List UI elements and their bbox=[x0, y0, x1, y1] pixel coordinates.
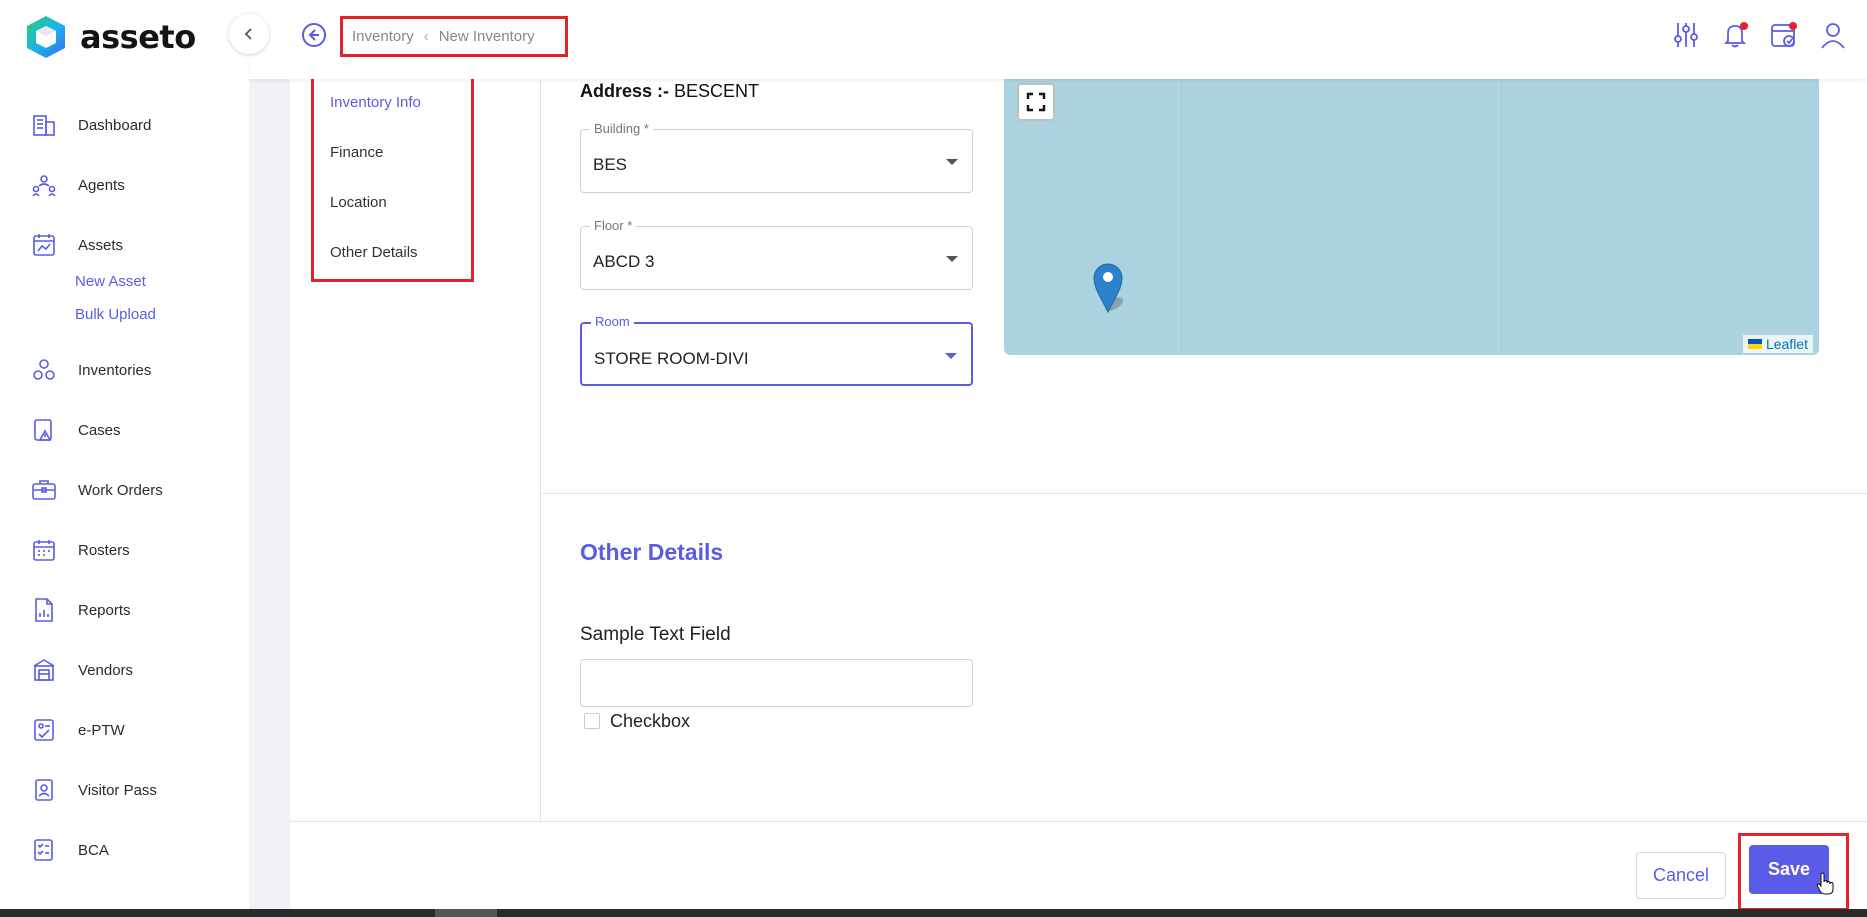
sidebar-item-label: Cases bbox=[78, 421, 121, 439]
breadcrumb-root-link[interactable]: Inventory bbox=[352, 28, 414, 45]
floor-value: ABCD 3 bbox=[593, 252, 655, 271]
user-profile-icon[interactable] bbox=[1818, 20, 1848, 50]
building-icon bbox=[30, 111, 58, 139]
scrollbar-thumb[interactable] bbox=[435, 909, 497, 917]
top-bar: Inventory ‹ New Inventory bbox=[249, 0, 1867, 79]
building-label: Building * bbox=[590, 121, 653, 136]
breadcrumb: Inventory ‹ New Inventory bbox=[340, 16, 568, 57]
task-dot bbox=[1789, 22, 1797, 30]
section-nav-column: Inventory Info Finance Location Other De… bbox=[290, 76, 541, 821]
app-logo[interactable]: asseto bbox=[24, 14, 196, 60]
permit-icon bbox=[30, 716, 58, 744]
other-details-title: Other Details bbox=[580, 539, 724, 565]
section-nav-location[interactable]: Location bbox=[330, 194, 387, 211]
checklist-icon bbox=[30, 836, 58, 864]
sidebar-item-reports[interactable]: Reports bbox=[30, 594, 131, 626]
sidebar-item-vendors[interactable]: Vendors bbox=[30, 654, 133, 686]
sidebar: asseto Dashboard Agents Assets New Asset… bbox=[0, 0, 249, 917]
dropdown-arrow-icon bbox=[945, 353, 957, 359]
floor-label: Floor * bbox=[590, 218, 637, 233]
map-attribution[interactable]: Leaflet bbox=[1742, 335, 1813, 353]
assets-icon bbox=[30, 231, 58, 259]
chevron-left-icon: ‹ bbox=[423, 28, 429, 45]
sidebar-item-label: Work Orders bbox=[78, 481, 163, 499]
dropdown-arrow-icon bbox=[946, 256, 958, 262]
back-arrow-icon[interactable] bbox=[301, 22, 327, 48]
section-divider bbox=[541, 493, 1867, 494]
sidebar-subitem-new-asset[interactable]: New Asset bbox=[75, 273, 146, 290]
sidebar-item-label: Rosters bbox=[78, 541, 130, 559]
sidebar-collapse-button[interactable] bbox=[229, 14, 269, 54]
sidebar-item-rosters[interactable]: Rosters bbox=[30, 534, 130, 566]
report-icon bbox=[30, 596, 58, 624]
sidebar-item-assets[interactable]: Assets bbox=[30, 229, 123, 261]
fullscreen-button[interactable] bbox=[1017, 83, 1055, 121]
sidebar-item-label: e-PTW bbox=[78, 721, 125, 739]
sidebar-item-label: Dashboard bbox=[78, 116, 152, 134]
room-value: STORE ROOM-DIVI bbox=[594, 349, 749, 368]
sample-text-field[interactable] bbox=[580, 659, 973, 707]
sample-checkbox[interactable] bbox=[584, 713, 600, 729]
map-tile-seam bbox=[1498, 79, 1499, 355]
sidebar-item-cases[interactable]: Cases bbox=[30, 414, 121, 446]
sidebar-item-agents[interactable]: Agents bbox=[30, 169, 125, 201]
inventories-icon bbox=[30, 356, 58, 384]
briefcase-icon bbox=[30, 476, 58, 504]
sidebar-item-dashboard[interactable]: Dashboard bbox=[30, 109, 151, 141]
filter-sliders-icon[interactable] bbox=[1671, 20, 1701, 50]
floor-select[interactable]: Floor * ABCD 3 bbox=[580, 218, 973, 290]
sidebar-item-label: Inventories bbox=[78, 361, 152, 379]
footer-divider bbox=[290, 821, 1867, 822]
sidebar-item-inventories[interactable]: Inventories bbox=[30, 354, 151, 386]
section-nav-other-details[interactable]: Other Details bbox=[330, 244, 418, 261]
location-map[interactable]: Leaflet bbox=[1004, 79, 1819, 355]
inventory-form-card: Inventory Info Finance Location Other De… bbox=[290, 76, 1867, 917]
address-label: Address :- bbox=[580, 81, 670, 101]
calendar-icon bbox=[30, 536, 58, 564]
address-line: Address :- BESCENT bbox=[580, 81, 759, 102]
sidebar-subitem-bulk-upload[interactable]: Bulk Upload bbox=[75, 306, 156, 323]
sidebar-item-label: Visitor Pass bbox=[78, 781, 157, 799]
sidebar-item-label: Assets bbox=[78, 236, 124, 254]
map-pin-icon[interactable] bbox=[1092, 262, 1130, 314]
bottom-scrollbar[interactable] bbox=[0, 909, 1867, 917]
cancel-button[interactable]: Cancel bbox=[1636, 852, 1726, 899]
checkbox-label: Checkbox bbox=[610, 711, 691, 731]
sidebar-item-label: Vendors bbox=[78, 661, 134, 679]
store-icon bbox=[30, 656, 58, 684]
fullscreen-icon bbox=[1026, 92, 1046, 112]
sidebar-item-label: BCA bbox=[78, 841, 109, 859]
app-name: asseto bbox=[80, 18, 196, 56]
section-nav-inventory-info[interactable]: Inventory Info bbox=[330, 94, 421, 111]
notification-bell-icon[interactable] bbox=[1720, 20, 1750, 50]
sidebar-item-e-ptw[interactable]: e-PTW bbox=[30, 714, 125, 746]
sidebar-item-bca[interactable]: BCA bbox=[30, 834, 109, 866]
logo-hexagon-icon bbox=[27, 16, 65, 58]
map-tile-seam bbox=[1178, 79, 1179, 355]
building-select[interactable]: Building * BES bbox=[580, 121, 973, 193]
chevron-left-icon bbox=[244, 28, 252, 40]
leaflet-link[interactable]: Leaflet bbox=[1766, 336, 1808, 352]
badge-icon bbox=[30, 776, 58, 804]
sidebar-item-label: Reports bbox=[78, 601, 131, 619]
agents-icon bbox=[30, 171, 58, 199]
breadcrumb-current: New Inventory bbox=[438, 28, 535, 45]
room-select[interactable]: Room STORE ROOM-DIVI bbox=[580, 314, 973, 386]
room-label: Room bbox=[591, 314, 634, 329]
sidebar-item-visitor-pass[interactable]: Visitor Pass bbox=[30, 774, 157, 806]
sidebar-item-label: Agents bbox=[78, 176, 125, 194]
address-value: BESCENT bbox=[674, 81, 760, 101]
notification-dot bbox=[1740, 22, 1748, 30]
section-nav-finance[interactable]: Finance bbox=[330, 144, 383, 161]
sidebar-item-work-orders[interactable]: Work Orders bbox=[30, 474, 163, 506]
hand-pointer-cursor-icon bbox=[1816, 872, 1834, 895]
top-actions bbox=[1671, 20, 1867, 50]
task-calendar-icon[interactable] bbox=[1769, 20, 1799, 50]
dropdown-arrow-icon bbox=[946, 159, 958, 165]
cases-icon bbox=[30, 416, 58, 444]
sample-text-field-label: Sample Text Field bbox=[580, 624, 731, 645]
ukraine-flag-icon bbox=[1747, 339, 1762, 349]
building-value: BES bbox=[593, 155, 628, 174]
